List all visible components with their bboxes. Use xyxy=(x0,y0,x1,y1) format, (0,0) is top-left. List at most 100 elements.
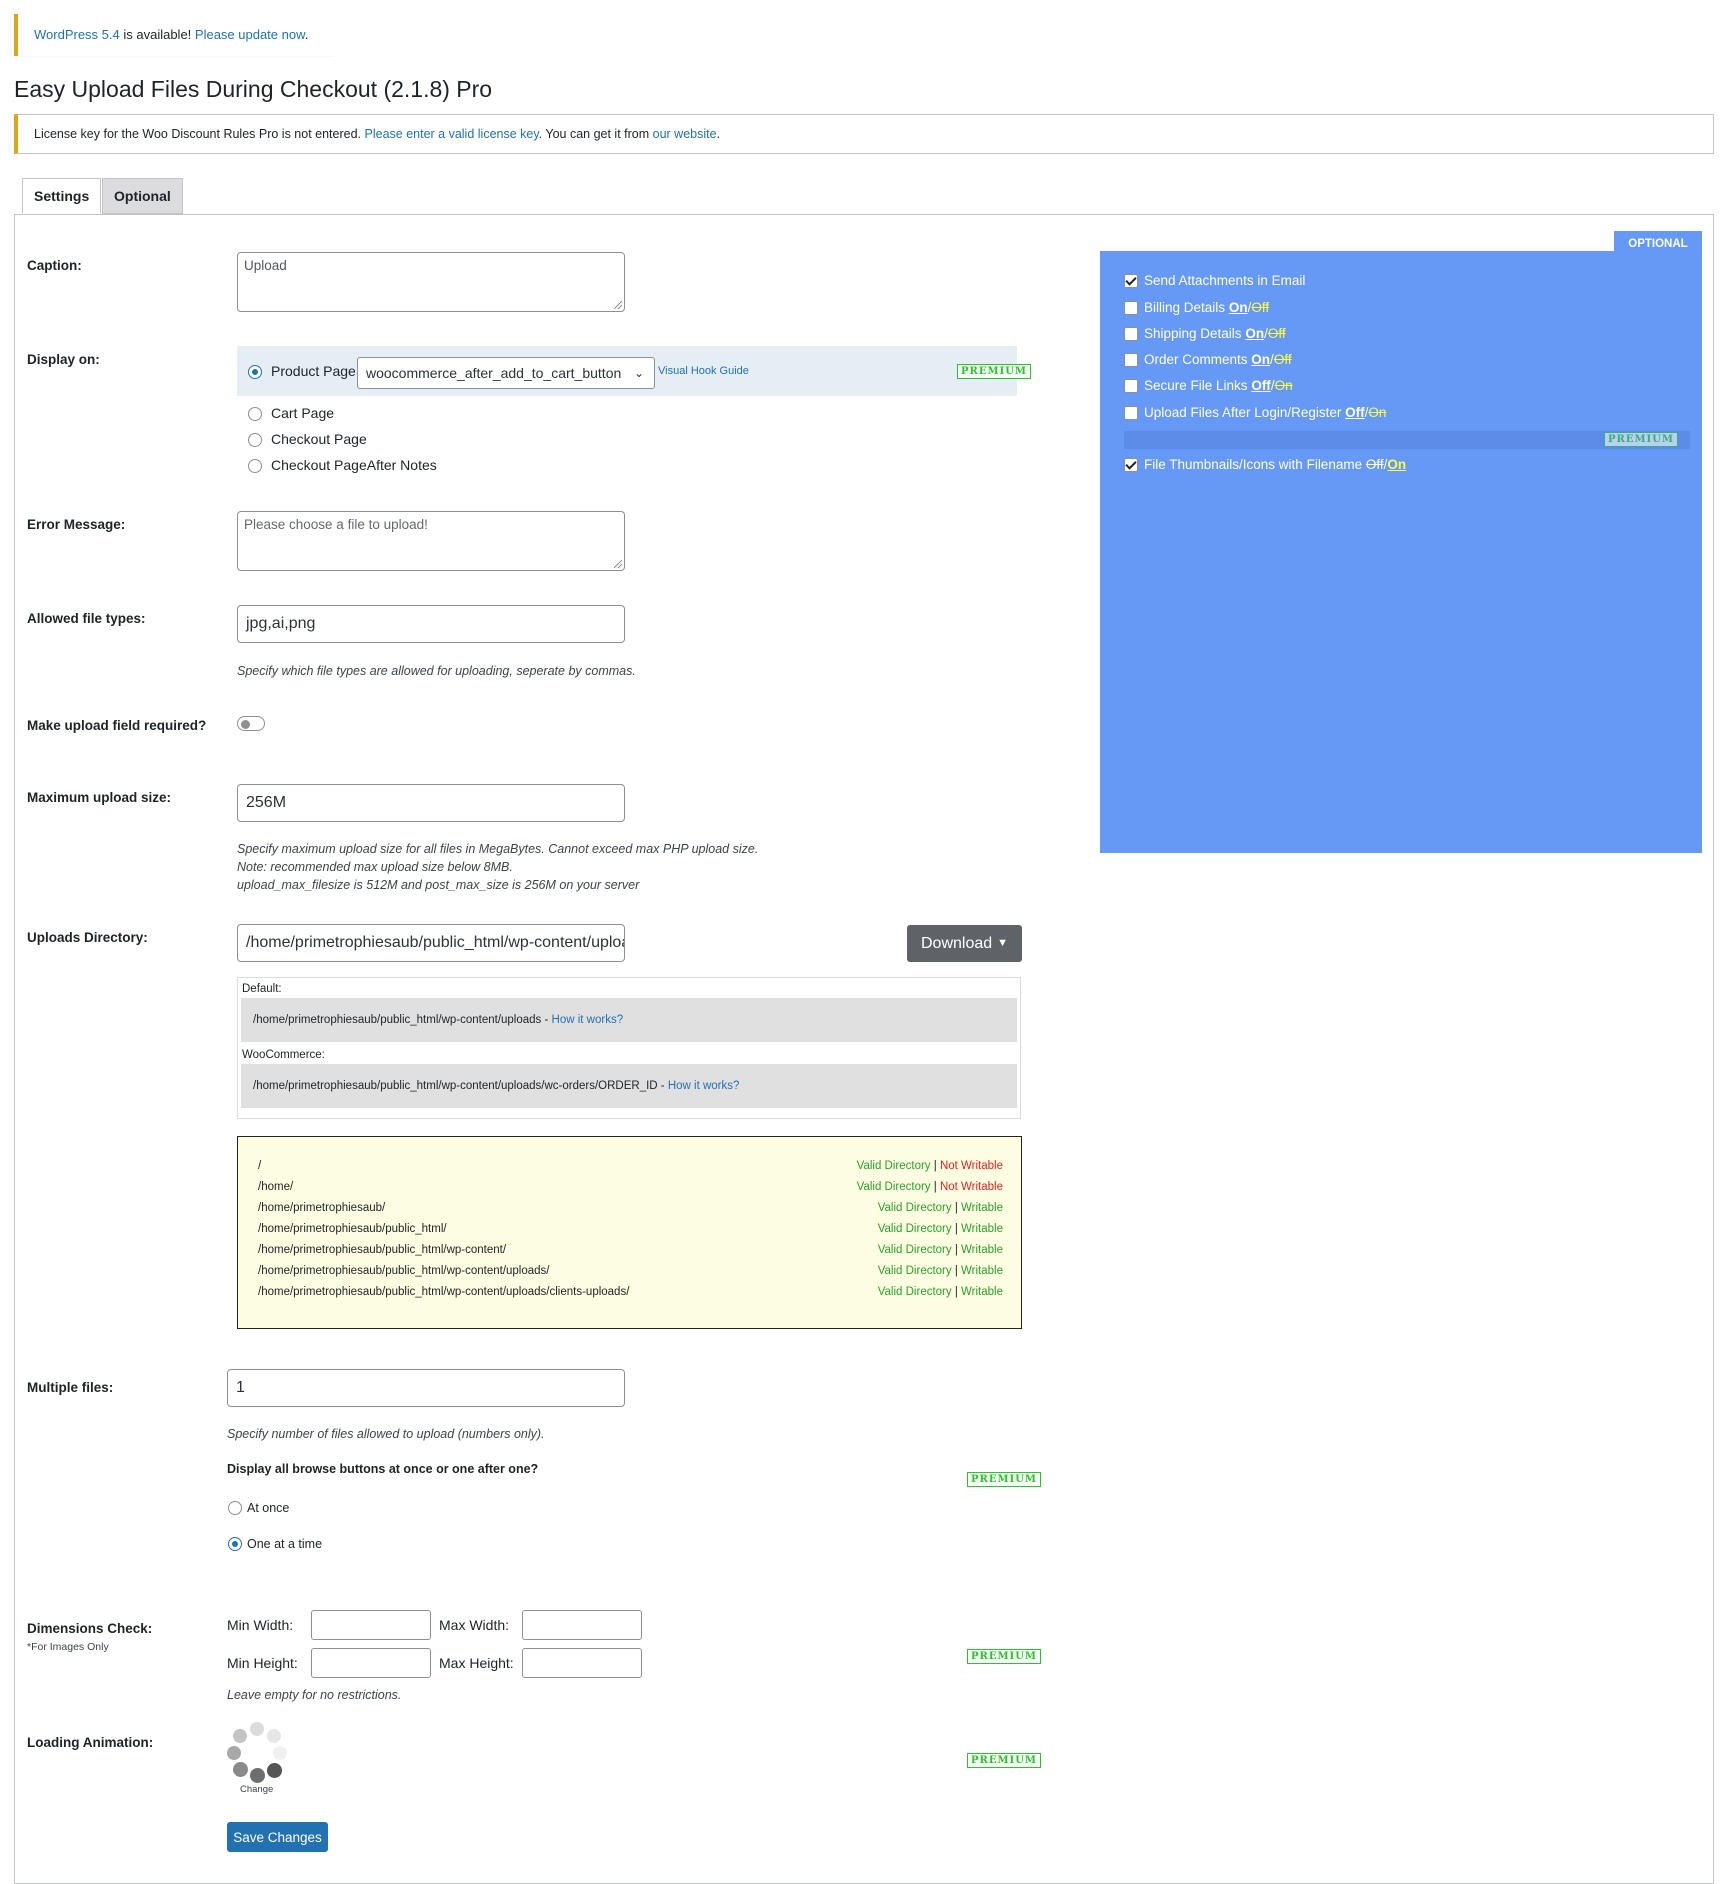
option-label: Order Comments xyxy=(1144,352,1248,367)
woo-path-text: /home/primetrophiesaub/public_html/wp-co… xyxy=(253,1080,668,1092)
status-separator: | xyxy=(951,1223,962,1235)
display-on-label: Display on: xyxy=(27,352,100,367)
save-changes-button[interactable]: Save Changes xyxy=(227,1822,328,1852)
error-message-placeholder: Please choose a file to upload! xyxy=(244,517,428,532)
one-at-a-time-label: One at a time xyxy=(247,1537,323,1551)
update-notice-end: . xyxy=(304,27,309,42)
checkbox-billing-details[interactable] xyxy=(1124,300,1138,315)
wordpress-version-link[interactable]: WordPress 5.4 xyxy=(34,27,120,42)
checkbox-shipping-details[interactable] xyxy=(1124,326,1138,341)
multiple-files-input[interactable]: 1 xyxy=(227,1369,625,1407)
how-it-works-link[interactable]: How it works? xyxy=(552,1014,624,1026)
min-width-label: Min Width: xyxy=(227,1617,294,1633)
optional-panel xyxy=(1100,251,1702,853)
error-message-textarea[interactable]: Please choose a file to upload! xyxy=(237,511,625,571)
toggle-knob xyxy=(241,720,250,729)
off-text: Off xyxy=(1273,352,1292,367)
woo-path-label: WooCommerce: xyxy=(242,1049,325,1061)
chevron-down-icon: ⌄ xyxy=(633,366,644,380)
directory-path: /home/primetrophiesaub/ xyxy=(258,1202,386,1214)
dimensions-hint: Leave empty for no restrictions. xyxy=(227,1688,402,1702)
how-it-works-link[interactable]: How it works? xyxy=(668,1080,740,1092)
download-label: Download xyxy=(921,935,993,952)
change-animation-link[interactable]: Change xyxy=(240,1784,273,1795)
off-text: Off xyxy=(1267,326,1286,341)
multiple-files-label: Multiple files: xyxy=(27,1380,114,1395)
update-now-link[interactable]: Please update now xyxy=(195,27,305,42)
hook-select[interactable]: woocommerce_after_add_to_cart_button ⌄ xyxy=(357,357,655,389)
max-size-input[interactable]: 256M xyxy=(237,784,625,822)
option-billing-details[interactable]: Billing Details On / Off xyxy=(1124,300,1269,315)
max-width-label: Max Width: xyxy=(439,1617,510,1633)
max-width-input[interactable] xyxy=(522,1610,642,1640)
radio-product-page[interactable] xyxy=(248,365,262,379)
our-website-link[interactable]: our website xyxy=(653,127,717,141)
default-path-text: /home/primetrophiesaub/public_html/wp-co… xyxy=(253,1014,552,1026)
file-types-input[interactable]: jpg,ai,png xyxy=(237,605,625,643)
premium-badge: PREMIUM xyxy=(967,1472,1041,1487)
visual-hook-guide-link[interactable]: Visual Hook Guide xyxy=(658,365,749,377)
license-notice: License key for the Woo Discount Rules P… xyxy=(14,114,1714,154)
writable-text: Writable xyxy=(961,1202,1003,1214)
caption-label: Caption: xyxy=(27,258,82,273)
max-height-label: Max Height: xyxy=(439,1655,514,1671)
min-height-input[interactable] xyxy=(311,1648,431,1678)
on-text: On xyxy=(1274,378,1293,393)
file-types-hint: Specify which file types are allowed for… xyxy=(237,664,636,678)
license-text-2: . You can get it from xyxy=(538,127,653,141)
on-text: On xyxy=(1245,326,1265,341)
off-text: Off xyxy=(1251,300,1270,315)
status-separator: | xyxy=(951,1244,962,1256)
premium-badge: PREMIUM xyxy=(967,1753,1041,1768)
directory-path: /home/primetrophiesaub/public_html/wp-co… xyxy=(258,1244,507,1256)
directory-path: /home/primetrophiesaub/public_html/wp-co… xyxy=(258,1265,550,1277)
radio-checkout-after-notes[interactable] xyxy=(248,459,262,473)
resize-grip-icon[interactable] xyxy=(614,301,622,309)
update-notice: WordPress 5.4 is available! Please updat… xyxy=(14,14,334,56)
checkbox-secure-file-links[interactable] xyxy=(1124,378,1138,393)
license-text-3: . xyxy=(716,127,721,141)
spinner-dot xyxy=(273,1746,287,1760)
valid-directory-text: Valid Directory xyxy=(877,1244,952,1256)
radio-at-once[interactable] xyxy=(228,1501,242,1515)
page-title: Easy Upload Files During Checkout (2.1.8… xyxy=(14,76,493,102)
spinner-icon[interactable] xyxy=(226,1722,288,1784)
option-send-attachments[interactable]: Send Attachments in Email xyxy=(1124,273,1305,288)
file-types-label: Allowed file types: xyxy=(27,611,146,626)
min-width-input[interactable] xyxy=(311,1610,431,1640)
directory-status: Valid Directory | Writable xyxy=(878,1265,1003,1277)
tab-settings[interactable]: Settings xyxy=(22,178,102,214)
multiple-files-hint: Specify number of files allowed to uploa… xyxy=(227,1427,545,1441)
license-key-link[interactable]: Please enter a valid license key xyxy=(365,127,539,141)
caption-textarea[interactable]: Upload xyxy=(237,252,625,312)
option-file-thumbnails[interactable]: File Thumbnails/Icons with Filename Off /… xyxy=(1124,457,1406,472)
option-order-comments[interactable]: Order Comments On / Off xyxy=(1124,352,1292,367)
status-separator: | xyxy=(951,1286,962,1298)
max-height-input[interactable] xyxy=(522,1648,642,1678)
tab-optional[interactable]: Optional xyxy=(102,178,183,214)
checkbox-send-attachments[interactable] xyxy=(1124,273,1138,288)
premium-badge: PREMIUM xyxy=(1604,432,1678,447)
radio-cart-page[interactable] xyxy=(248,407,262,421)
checkbox-order-comments[interactable] xyxy=(1124,352,1138,367)
resize-grip-icon[interactable] xyxy=(614,560,622,568)
off-text: Off xyxy=(1251,378,1271,393)
checkbox-file-thumbnails[interactable] xyxy=(1124,457,1138,472)
directory-status: Valid Directory | Not Writable xyxy=(857,1160,1003,1172)
status-separator: | xyxy=(951,1202,962,1214)
option-upload-after-login[interactable]: Upload Files After Login/Register Off / On xyxy=(1124,405,1386,420)
spinner-dot xyxy=(227,1746,241,1760)
checkbox-upload-after-login[interactable] xyxy=(1124,405,1138,420)
valid-directory-text: Valid Directory xyxy=(877,1202,952,1214)
valid-directory-text: Valid Directory xyxy=(856,1181,931,1193)
premium-strip: PREMIUM xyxy=(1124,431,1690,449)
radio-one-at-a-time[interactable] xyxy=(228,1537,242,1551)
download-button[interactable]: Download ▼ xyxy=(907,925,1022,962)
spinner-dot xyxy=(250,1768,265,1783)
uploads-dir-input[interactable]: /home/primetrophiesaub/public_html/wp-co… xyxy=(237,924,625,962)
option-secure-file-links[interactable]: Secure File Links Off / On xyxy=(1124,378,1293,393)
writable-text: Writable xyxy=(961,1223,1003,1235)
option-shipping-details[interactable]: Shipping Details On / Off xyxy=(1124,326,1286,341)
radio-checkout-page[interactable] xyxy=(248,433,262,447)
not-writable-text: Not Writable xyxy=(939,1181,1003,1193)
